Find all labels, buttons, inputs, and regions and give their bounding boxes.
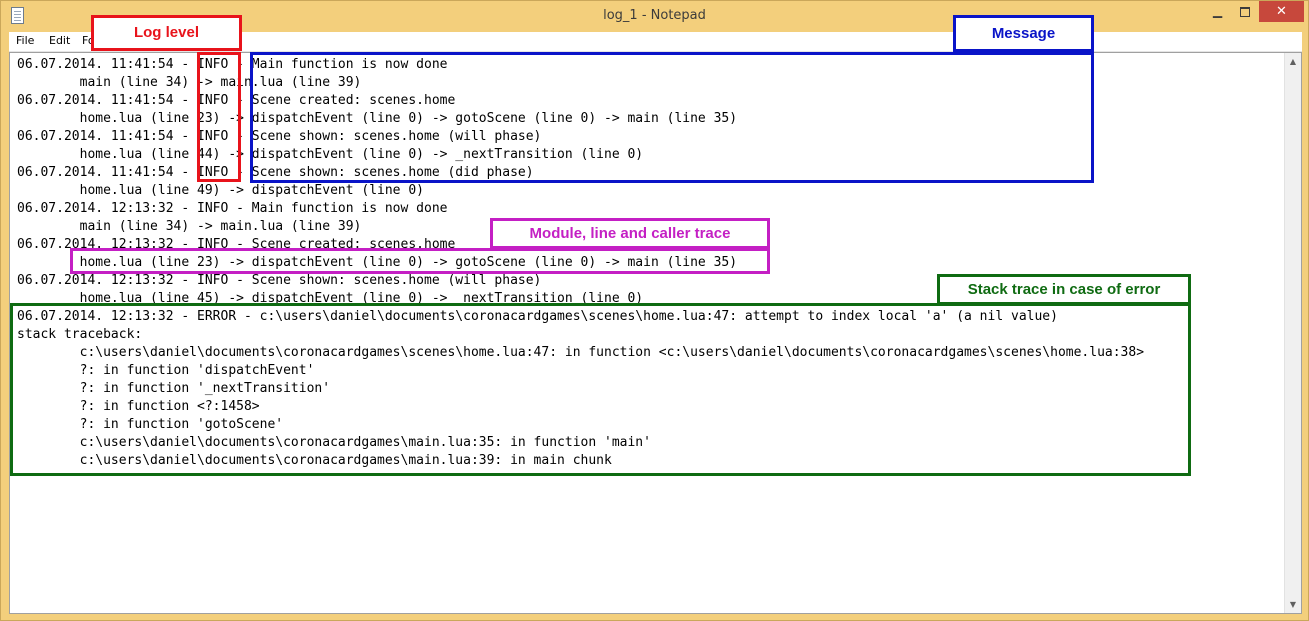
log-line: home.lua (line 49) -> dispatchEvent (lin… <box>17 183 424 198</box>
stack-trace-label: Stack trace in case of error <box>937 274 1191 305</box>
maximize-button[interactable] <box>1231 1 1258 22</box>
log-level-highlight <box>197 52 241 182</box>
log-line: 06.07.2014. 12:13:32 - INFO - Main funct… <box>17 201 448 216</box>
vertical-scrollbar[interactable]: ▲ ▼ <box>1284 53 1301 613</box>
stack-trace-highlight <box>10 303 1191 476</box>
log-level-label: Log level <box>91 15 242 51</box>
close-button[interactable]: ✕ <box>1259 1 1304 22</box>
menu-file[interactable]: File <box>16 34 34 47</box>
maximize-icon <box>1239 6 1250 17</box>
minimize-button[interactable]: ▁ <box>1204 1 1231 22</box>
menu-edit[interactable]: Edit <box>49 34 70 47</box>
module-trace-label: Module, line and caller trace <box>490 218 770 249</box>
scroll-up-icon[interactable]: ▲ <box>1285 53 1301 70</box>
scroll-down-icon[interactable]: ▼ <box>1285 596 1301 613</box>
message-highlight <box>250 52 1094 183</box>
message-label: Message <box>953 15 1094 52</box>
module-trace-highlight <box>70 248 770 274</box>
